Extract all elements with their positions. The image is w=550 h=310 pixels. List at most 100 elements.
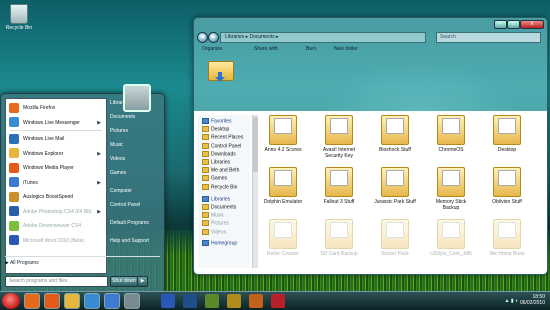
word-icon[interactable] [161, 294, 175, 308]
media-player-icon[interactable] [45, 294, 59, 308]
start-program-item[interactable]: Adobe Dreamweaver CS4 [8, 219, 104, 233]
nav-item[interactable]: Recycle Bin [202, 183, 238, 190]
nav-item[interactable]: Pictures [202, 220, 229, 227]
start-program-item[interactable]: Windows Live Messenger ▶ [8, 116, 104, 130]
all-programs-button[interactable]: ▶ All Programs [5, 260, 39, 266]
firefox-icon[interactable] [25, 294, 39, 308]
illustrator-icon[interactable] [249, 294, 263, 308]
folder-item[interactable]: UIStyle_Core_Jdl5 [428, 219, 474, 265]
forward-button[interactable]: ▶ [208, 32, 219, 43]
start-program-item[interactable]: Microsoft Word 2010 (Beta) [8, 234, 104, 248]
nav-item[interactable]: Libraries [202, 195, 230, 202]
folder-item[interactable]: Bioshock Stuff [372, 115, 418, 161]
tray-icons[interactable]: ▲ ▮ ◖ [505, 298, 519, 304]
start-program-item[interactable]: iTunes ▶ [8, 176, 104, 190]
folder-item[interactable]: Fallout 3 Stuff [316, 167, 362, 213]
start-program-item[interactable]: Mozilla Firefox [8, 101, 104, 115]
nav-item[interactable]: Downloads [202, 150, 236, 157]
start-program-item[interactable]: Windows Explorer ▶ [8, 147, 104, 161]
start-place-item[interactable]: Pictures [110, 128, 128, 134]
new-folder-button[interactable]: New folder [334, 46, 358, 52]
start-place-item[interactable]: Documents [110, 114, 135, 120]
folder-item[interactable]: Anno 4.2 Scores [260, 115, 306, 161]
system-icon[interactable] [125, 294, 139, 308]
folder-item[interactable]: Roller Coaster [260, 219, 306, 265]
start-program-item[interactable]: Windows Live Mail [8, 132, 104, 146]
start-place-item[interactable]: Music [110, 142, 123, 148]
start-program-item[interactable]: Auslogics BoostSpeed [8, 190, 104, 204]
nav-item[interactable]: Me and Beth [202, 167, 240, 174]
program-label: Windows Media Player [23, 165, 74, 171]
flash-icon[interactable] [271, 294, 285, 308]
folder-item[interactable]: Avast! Internet Security Key [316, 115, 362, 161]
navigation-scrollbar[interactable] [252, 115, 258, 268]
nav-item[interactable]: Libraries [202, 159, 230, 165]
start-place-item[interactable]: Library [110, 100, 125, 106]
clock[interactable]: 18:50 06/02/2010 [520, 294, 545, 306]
nav-item[interactable]: Documents [202, 204, 236, 210]
share-with-button[interactable]: Share with [254, 46, 278, 52]
nav-item[interactable]: Homegroup [202, 239, 237, 246]
burn-button[interactable]: Burn [306, 46, 317, 52]
submenu-arrow-icon[interactable]: ▶ [97, 147, 101, 161]
divider [5, 256, 160, 257]
nav-item[interactable]: Music [202, 212, 224, 219]
folder-item[interactable]: Jurassic Park Stuff [372, 167, 418, 213]
start-place-item[interactable]: Control Panel [110, 202, 140, 208]
folder-icon [437, 219, 465, 249]
explorer-icon[interactable] [65, 294, 79, 308]
start-search-input[interactable]: Search programs and files [5, 276, 108, 287]
address-bar[interactable]: Libraries ▸ Documents ▸ [220, 32, 426, 43]
all-programs-label: All Programs [9, 260, 39, 266]
folder-item[interactable]: ChromeOS [428, 115, 474, 161]
nav-item[interactable]: Games [202, 175, 227, 182]
folder-item[interactable]: Desktop [484, 115, 530, 161]
program-label: Microsoft Word 2010 (Beta) [23, 237, 85, 244]
organize-button[interactable]: Organize [202, 46, 222, 52]
nav-item-label: Recent Places [211, 134, 244, 141]
start-place-item[interactable]: Help and Support [110, 238, 149, 244]
close-button[interactable]: X [520, 20, 544, 29]
submenu-arrow-icon[interactable]: ▶ [97, 116, 101, 130]
folder-item[interactable]: SD Card Backup [316, 219, 362, 265]
live-icon[interactable] [85, 294, 99, 308]
minimize-button[interactable]: – [494, 20, 507, 29]
itunes-icon[interactable] [105, 294, 119, 308]
start-program-item[interactable]: Adobe Photoshop CS4 (64 Bit) ▶ [8, 205, 104, 219]
start-place-item[interactable]: Videos [110, 156, 125, 162]
maximize-button[interactable]: □ [507, 20, 520, 29]
nav-item-label: Recycle Bin [211, 183, 238, 190]
scrollbar-thumb[interactable] [253, 117, 258, 172]
fireworks-icon[interactable] [227, 294, 241, 308]
program-icon [9, 133, 19, 144]
explorer-titlebar[interactable]: – □ X [194, 18, 547, 30]
user-picture[interactable] [123, 84, 151, 112]
start-place-item[interactable]: Default Programs [110, 220, 149, 226]
folder-icon [269, 219, 297, 249]
nav-item[interactable]: Videos [202, 228, 226, 235]
submenu-arrow-icon[interactable]: ▶ [97, 205, 101, 219]
folder-item[interactable]: We Home Brew [484, 219, 530, 265]
dreamweaver-icon[interactable] [205, 294, 219, 308]
start-program-item[interactable]: Windows Media Player [8, 161, 104, 175]
folder-item[interactable]: Sticker Pack [372, 219, 418, 265]
start-place-item[interactable]: Games [110, 170, 126, 176]
shutdown-button[interactable]: Shut down [110, 276, 138, 287]
nav-item[interactable]: Desktop [202, 126, 229, 133]
shutdown-options-button[interactable]: ▶ [137, 276, 148, 287]
start-orb-icon[interactable] [2, 293, 20, 309]
folder-item[interactable]: Oblivion Stuff [484, 167, 530, 213]
submenu-arrow-icon[interactable]: ▶ [97, 176, 101, 190]
folder-item[interactable]: Dolphin Emulator [260, 167, 306, 213]
back-button[interactable]: ◀ [197, 32, 208, 43]
nav-item[interactable]: Favorites [202, 118, 232, 124]
program-icon [9, 117, 19, 128]
folder-item[interactable]: Memory Stick Backup [428, 167, 474, 213]
nav-item[interactable]: Recent Places [202, 134, 244, 141]
search-input[interactable]: Search [436, 32, 541, 43]
start-place-item[interactable]: Computer [110, 188, 132, 194]
nav-item-label: Me and Beth [211, 167, 240, 174]
nav-item[interactable]: Control Panel [202, 142, 241, 149]
photoshop-icon[interactable] [183, 294, 197, 308]
recycle-bin-shortcut[interactable]: Recycle Bin [4, 4, 34, 31]
